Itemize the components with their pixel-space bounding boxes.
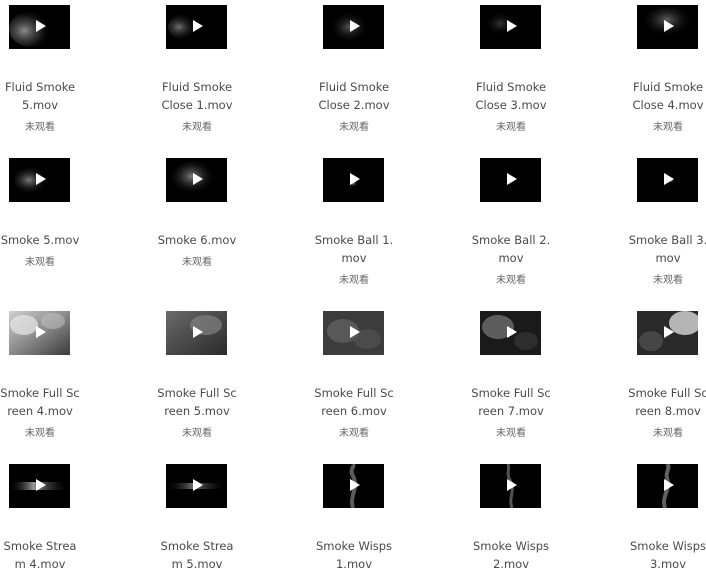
play-icon — [350, 479, 360, 491]
video-title[interactable]: Fluid Smoke 5.mov — [0, 78, 80, 114]
video-title[interactable]: Fluid Smoke Close 4.mov — [628, 78, 706, 114]
video-thumbnail[interactable] — [9, 464, 70, 508]
watch-status: 未观看 — [653, 275, 683, 286]
watch-status: 未观看 — [653, 428, 683, 439]
video-thumbnail[interactable] — [166, 158, 227, 202]
video-title[interactable]: Smoke Full Screen 4.mov — [0, 384, 80, 420]
watch-status: 未观看 — [496, 275, 526, 286]
video-title[interactable]: Smoke Wisps 3.mov — [628, 537, 706, 573]
watch-status: 未观看 — [339, 275, 369, 286]
play-icon — [350, 173, 360, 185]
play-icon — [507, 326, 517, 338]
watch-status: 未观看 — [182, 257, 212, 268]
video-thumbnail[interactable] — [323, 311, 384, 355]
video-title[interactable]: Fluid Smoke Close 3.mov — [471, 78, 551, 114]
watch-status: 未观看 — [339, 122, 369, 133]
video-title[interactable]: Smoke Full Screen 8.mov — [628, 384, 706, 420]
video-title[interactable]: Smoke Wisps 2.mov — [471, 537, 551, 573]
play-icon — [350, 20, 360, 32]
video-title[interactable]: Smoke 6.mov — [157, 231, 237, 249]
play-icon — [36, 20, 46, 32]
play-icon — [36, 173, 46, 185]
video-title[interactable]: Fluid Smoke Close 2.mov — [314, 78, 394, 114]
video-thumbnail[interactable] — [637, 158, 698, 202]
play-icon — [507, 479, 517, 491]
play-icon — [664, 479, 674, 491]
play-icon — [664, 173, 674, 185]
video-thumbnail[interactable] — [480, 464, 541, 508]
play-icon — [507, 20, 517, 32]
watch-status: 未观看 — [182, 122, 212, 133]
watch-status: 未观看 — [339, 428, 369, 439]
video-thumbnail[interactable] — [637, 5, 698, 49]
watch-status: 未观看 — [25, 428, 55, 439]
play-icon — [193, 20, 203, 32]
video-thumbnail[interactable] — [166, 311, 227, 355]
video-title[interactable]: Smoke Ball 3.mov — [628, 231, 706, 267]
video-thumbnail[interactable] — [166, 464, 227, 508]
watch-status: 未观看 — [496, 122, 526, 133]
video-title[interactable]: Fluid Smoke Close 1.mov — [157, 78, 237, 114]
video-thumbnail[interactable] — [480, 158, 541, 202]
watch-status: 未观看 — [653, 122, 683, 133]
video-title[interactable]: Smoke Full Screen 7.mov — [471, 384, 551, 420]
watch-status: 未观看 — [182, 428, 212, 439]
video-thumbnail[interactable] — [637, 464, 698, 508]
video-thumbnail[interactable] — [480, 5, 541, 49]
video-thumbnail[interactable] — [323, 158, 384, 202]
video-thumbnail[interactable] — [323, 464, 384, 508]
video-thumbnail[interactable] — [9, 5, 70, 49]
play-icon — [36, 326, 46, 338]
play-icon — [193, 326, 203, 338]
video-title[interactable]: Smoke Full Screen 5.mov — [157, 384, 237, 420]
video-thumbnail[interactable] — [323, 5, 384, 49]
video-thumbnail[interactable] — [637, 311, 698, 355]
video-thumbnail[interactable] — [166, 5, 227, 49]
watch-status: 未观看 — [25, 257, 55, 268]
video-thumbnail[interactable] — [480, 311, 541, 355]
video-grid: Fluid Smoke 5.mov 未观看 Fluid Smoke Close … — [0, 0, 706, 571]
play-icon — [193, 173, 203, 185]
video-title[interactable]: Smoke Stream 5.mov — [157, 537, 237, 573]
video-title[interactable]: Smoke Stream 4.mov — [0, 537, 80, 573]
video-title[interactable]: Smoke Ball 1.mov — [314, 231, 394, 267]
play-icon — [664, 326, 674, 338]
video-thumbnail[interactable] — [9, 158, 70, 202]
video-title[interactable]: Smoke Ball 2.mov — [471, 231, 551, 267]
watch-status: 未观看 — [496, 428, 526, 439]
play-icon — [193, 479, 203, 491]
play-icon — [36, 479, 46, 491]
play-icon — [350, 326, 360, 338]
play-icon — [664, 20, 674, 32]
video-title[interactable]: Smoke 5.mov — [0, 231, 80, 249]
play-icon — [507, 173, 517, 185]
watch-status: 未观看 — [25, 122, 55, 133]
video-title[interactable]: Smoke Full Screen 6.mov — [314, 384, 394, 420]
video-thumbnail[interactable] — [9, 311, 70, 355]
video-title[interactable]: Smoke Wisps 1.mov — [314, 537, 394, 573]
